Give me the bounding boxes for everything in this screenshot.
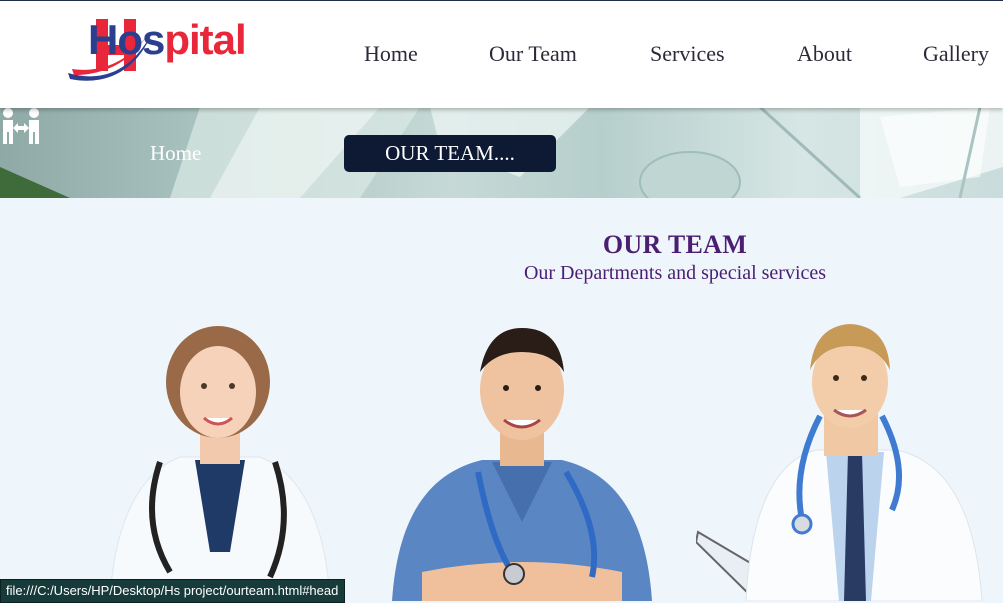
nav-home[interactable]: Home [364,41,418,67]
browser-status-bar: file:///C:/Users/HP/Desktop/Hs project/o… [0,579,346,603]
nav-gallery[interactable]: Gallery [923,41,989,67]
male-nurse-photo [392,328,652,601]
section-title: OUR TEAM [602,230,748,259]
section-subtitle: Our Departments and special services [523,262,827,284]
nav-our-team[interactable]: Our Team [489,41,577,67]
female-doctor-photo [109,326,331,601]
breadcrumb-current-page: OUR TEAM.... [344,135,556,172]
main-nav: Home Our Team Services About Gallery [0,41,1003,71]
site-header: Hospital Home Our Team Services About Ga… [0,0,1003,108]
breadcrumb-home-link[interactable]: Home [150,141,201,166]
move-arrows-icon [3,108,39,144]
nav-about[interactable]: About [797,41,852,67]
nav-services[interactable]: Services [650,41,725,67]
breadcrumb-banner: Home OUR TEAM.... [0,107,1003,198]
male-doctor-photo [696,324,983,601]
